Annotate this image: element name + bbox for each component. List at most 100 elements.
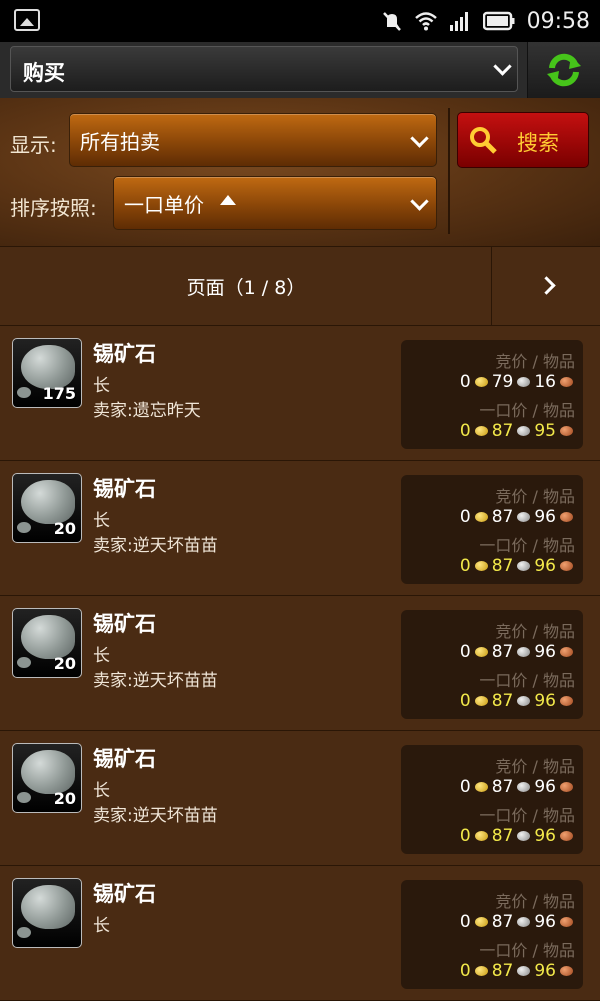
item-icon: 20 — [12, 743, 82, 813]
ore-pebble-icon — [17, 522, 31, 533]
item-icon: 175 — [12, 338, 82, 408]
item-duration: 长 — [93, 781, 110, 801]
display-dropdown[interactable]: 所有拍卖 — [69, 113, 437, 167]
silver-coin-icon — [517, 512, 531, 522]
item-seller: 卖家:遗忘昨天 — [93, 401, 201, 421]
item-name: 锡矿石 — [93, 747, 156, 771]
price-box: 竞价 / 物品 0 87 96 一口价 / 物品 0 87 96 — [401, 880, 583, 989]
refresh-icon — [547, 53, 581, 87]
copper-amount: 96 — [534, 826, 556, 846]
copper-amount: 96 — [534, 556, 556, 576]
copper-coin-icon — [560, 512, 573, 522]
bid-label: 竞价 / 物品 — [495, 352, 575, 371]
search-button[interactable]: 搜索 — [457, 112, 589, 168]
gold-coin-icon — [474, 647, 488, 657]
ore-pebble-icon — [17, 657, 31, 668]
battery-icon — [482, 11, 515, 31]
bid-price: 0 87 96 — [460, 912, 575, 932]
gold-amount: 0 — [459, 912, 471, 932]
silver-coin-icon — [517, 917, 531, 927]
price-box: 竞价 / 物品 0 79 16 一口价 / 物品 0 87 95 — [401, 340, 583, 449]
page-indicator: 页面（1 / 8） — [186, 277, 306, 299]
next-page-button[interactable] — [491, 247, 600, 325]
list-item[interactable]: 20 锡矿石长卖家:逆天坏苗苗 竞价 / 物品 0 87 96 一口价 / 物品 0 87 96 — [0, 461, 600, 596]
item-duration: 长 — [93, 916, 110, 936]
status-icons: 09:58 — [381, 0, 590, 42]
bid-label: 竞价 / 物品 — [495, 622, 575, 641]
item-duration: 长 — [93, 376, 110, 396]
category-select[interactable]: 购买 — [10, 46, 518, 92]
item-icon — [12, 878, 82, 948]
refresh-button[interactable] — [527, 42, 600, 98]
gold-amount: 0 — [459, 826, 471, 846]
silver-coin-icon — [517, 831, 531, 841]
clock: 09:58 — [526, 8, 590, 34]
search-icon — [470, 127, 497, 154]
silver-coin-icon — [517, 561, 531, 571]
buyout-price: 0 87 96 — [460, 691, 575, 711]
status-bar: 09:58 — [0, 0, 600, 42]
copper-amount: 16 — [534, 372, 556, 392]
gold-coin-icon — [474, 561, 488, 571]
ore-icon — [21, 750, 75, 794]
mute-icon — [382, 12, 401, 31]
display-value: 所有拍卖 — [80, 130, 160, 154]
copper-amount: 96 — [534, 777, 556, 797]
gold-coin-icon — [474, 512, 488, 522]
sort-dropdown[interactable]: 一口单价 — [113, 176, 437, 230]
ore-icon — [21, 615, 75, 659]
item-quantity: 20 — [53, 519, 76, 538]
price-box: 竞价 / 物品 0 87 96 一口价 / 物品 0 87 96 — [401, 610, 583, 719]
bid-label: 竞价 / 物品 — [495, 892, 575, 911]
item-name: 锡矿石 — [93, 882, 156, 906]
silver-amount: 87 — [491, 961, 514, 981]
item-icon: 20 — [12, 608, 82, 678]
item-name: 锡矿石 — [93, 612, 156, 636]
buyout-label: 一口价 / 物品 — [479, 941, 575, 960]
buyout-label: 一口价 / 物品 — [479, 401, 575, 420]
item-duration: 长 — [93, 646, 110, 666]
gold-amount: 0 — [459, 421, 471, 441]
copper-amount: 96 — [534, 691, 556, 711]
list-item[interactable]: 锡矿石长竞价 / 物品 0 87 96 一口价 / 物品 0 87 96 — [0, 866, 600, 1001]
list-item[interactable]: 20 锡矿石长卖家:逆天坏苗苗 竞价 / 物品 0 87 96 一口价 / 物品 0 87 96 — [0, 731, 600, 866]
item-quantity: 20 — [53, 789, 76, 808]
silver-amount: 87 — [491, 826, 514, 846]
copper-coin-icon — [560, 966, 573, 976]
chevron-right-icon — [537, 276, 556, 295]
bid-price: 0 87 96 — [460, 777, 575, 797]
bid-label: 竞价 / 物品 — [495, 487, 575, 506]
bid-price: 0 87 96 — [460, 642, 575, 662]
silver-coin-icon — [517, 647, 531, 657]
bid-price: 0 79 16 — [460, 372, 575, 392]
gold-coin-icon — [474, 831, 488, 841]
gold-amount: 0 — [459, 556, 471, 576]
item-duration: 长 — [93, 511, 110, 531]
silver-amount: 87 — [491, 777, 514, 797]
buyout-price: 0 87 96 — [460, 961, 575, 981]
buyout-price: 0 87 95 — [460, 421, 575, 441]
bid-price: 0 87 96 — [460, 507, 575, 527]
silver-coin-icon — [517, 426, 531, 436]
list-item[interactable]: 175 锡矿石长卖家:遗忘昨天 竞价 / 物品 0 79 16 一口价 / 物品 0 87 95 — [0, 326, 600, 461]
silver-amount: 87 — [491, 642, 514, 662]
copper-coin-icon — [560, 917, 573, 927]
price-box: 竞价 / 物品 0 87 96 一口价 / 物品 0 87 96 — [401, 745, 583, 854]
signal-icon — [449, 12, 468, 31]
silver-amount: 87 — [491, 691, 514, 711]
item-seller: 卖家:逆天坏苗苗 — [93, 671, 218, 691]
item-quantity: 175 — [42, 384, 76, 403]
copper-coin-icon — [560, 426, 573, 436]
ore-icon — [21, 345, 75, 389]
item-seller: 卖家:逆天坏苗苗 — [93, 806, 218, 826]
bid-label: 竞价 / 物品 — [495, 757, 575, 776]
silver-coin-icon — [517, 966, 531, 976]
image-notification-icon — [14, 9, 40, 31]
ore-pebble-icon — [17, 927, 31, 938]
list-item[interactable]: 20 锡矿石长卖家:逆天坏苗苗 竞价 / 物品 0 87 96 一口价 / 物品 0 87 96 — [0, 596, 600, 731]
price-box: 竞价 / 物品 0 87 96 一口价 / 物品 0 87 96 — [401, 475, 583, 584]
silver-amount: 87 — [491, 507, 514, 527]
copper-coin-icon — [560, 831, 573, 841]
sort-label: 排序按照: — [10, 196, 97, 220]
buyout-price: 0 87 96 — [460, 556, 575, 576]
